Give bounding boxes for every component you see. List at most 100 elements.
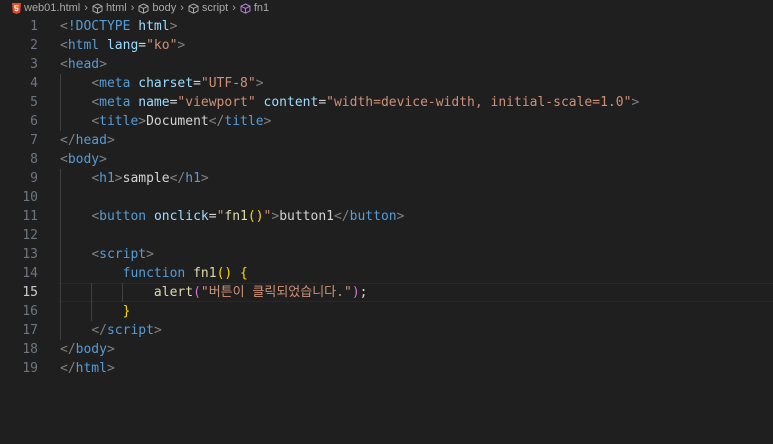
chevron-right-icon: ›	[180, 2, 184, 14]
code-token: </	[333, 209, 350, 224]
line-number: 15	[22, 285, 38, 300]
code-text: <meta name="viewport" content="width=dev…	[60, 93, 639, 112]
breadcrumb-item-body[interactable]: body	[138, 2, 176, 14]
code-line[interactable]: 19 </html>	[0, 359, 773, 378]
code-text: <button onclick="fn1()">button1</button>	[60, 207, 404, 226]
line-number: 1	[30, 19, 38, 34]
line-number: 18	[22, 342, 38, 357]
code-line[interactable]: 6 <title>Document</title>	[0, 112, 773, 131]
code-token: !DOCTYPE	[67, 19, 131, 34]
code-line[interactable]: 17 </script>	[0, 321, 773, 340]
code-token: </	[169, 171, 186, 186]
code-token: "UTF-8"	[200, 76, 256, 91]
code-token: (	[193, 285, 201, 300]
code-line[interactable]: 9 <h1>sample</h1>	[0, 169, 773, 188]
code-token: </	[60, 361, 76, 376]
code-line[interactable]: 3 <head>	[0, 55, 773, 74]
code-token: <	[91, 95, 100, 110]
html5-file-icon	[12, 2, 21, 14]
code-token: >	[138, 114, 147, 129]
code-token: >	[200, 171, 209, 186]
code-token: >	[271, 209, 280, 224]
breadcrumb-item-html[interactable]: html	[92, 2, 127, 14]
code-token: >	[255, 76, 264, 91]
code-token: >	[177, 38, 186, 53]
breadcrumb-item-script[interactable]: script	[188, 2, 228, 14]
code-token: html	[138, 19, 170, 34]
code-text: alert("버튼이 클릭되었습니다.");	[60, 283, 368, 302]
line-number: 5	[30, 95, 38, 110]
code-token: =	[208, 209, 217, 224]
code-token: fn1	[224, 209, 248, 224]
code-line[interactable]: 15 alert("버튼이 클릭되었습니다.");	[0, 283, 773, 302]
line-number: 7	[30, 133, 38, 148]
code-token: <	[91, 76, 100, 91]
code-token: =	[138, 38, 147, 53]
code-text: <title>Document</title>	[60, 112, 271, 131]
breadcrumb-item-fn1[interactable]: fn1	[240, 2, 269, 14]
line-number: 12	[22, 228, 38, 243]
code-line[interactable]: 10	[0, 188, 773, 207]
code-token: html	[75, 361, 107, 376]
breadcrumb-item-label: script	[201, 2, 229, 14]
line-number: 6	[30, 114, 38, 129]
code-token: </	[60, 342, 76, 357]
code-token: =	[193, 76, 201, 91]
chevron-right-icon: ›	[130, 2, 135, 14]
code-token: ()	[247, 209, 264, 224]
code-token: >	[169, 19, 178, 34]
code-line[interactable]: 18 </body>	[0, 340, 773, 359]
code-line[interactable]: 12	[0, 226, 773, 245]
code-token: >	[106, 133, 115, 148]
code-token: >	[146, 247, 154, 262]
code-line[interactable]: 5 <meta name="viewport" content="width=d…	[0, 93, 773, 112]
code-token: meta	[99, 76, 131, 91]
code-token: }	[122, 304, 131, 319]
code-line[interactable]: 14 function fn1() {	[0, 264, 773, 283]
code-token: </	[60, 133, 76, 148]
code-token: head	[67, 57, 100, 72]
code-line[interactable]: 16 }	[0, 302, 773, 321]
code-token: head	[75, 133, 107, 148]
code-token: content	[263, 95, 319, 110]
code-token: =	[318, 95, 327, 110]
code-line[interactable]: 13 <script>	[0, 245, 773, 264]
line-number: 2	[30, 38, 38, 53]
code-editor[interactable]: 1 <!DOCTYPE html> 2 <html lang="ko"> 3 <head>…	[0, 17, 773, 444]
code-token: ;	[359, 285, 368, 300]
breadcrumb-file[interactable]: web01.html	[12, 2, 80, 14]
code-line[interactable]: 1 <!DOCTYPE html>	[0, 17, 773, 36]
indent-guide	[60, 188, 61, 207]
code-token: body	[67, 152, 100, 167]
code-token: "버튼이 클릭되었습니다."	[200, 285, 352, 300]
line-number: 13	[22, 247, 38, 262]
function-cube-icon	[240, 2, 251, 14]
code-token: </	[208, 114, 225, 129]
code-line[interactable]: 7 </head>	[0, 131, 773, 150]
code-token: alert	[153, 285, 194, 300]
code-token: script	[106, 323, 154, 338]
line-number: 14	[22, 266, 38, 281]
line-number: 19	[22, 361, 38, 376]
code-text: <!DOCTYPE html>	[60, 17, 177, 36]
code-token: "viewport"	[177, 95, 256, 110]
code-line[interactable]: 8 <body>	[0, 150, 773, 169]
code-token: button	[99, 209, 147, 224]
code-token: "ko"	[146, 38, 178, 53]
breadcrumb-item-label: html	[105, 2, 127, 14]
code-token: charset	[138, 76, 194, 91]
code-line[interactable]: 4 <meta charset="UTF-8">	[0, 74, 773, 93]
code-token: {	[240, 266, 248, 281]
code-line[interactable]: 2 <html lang="ko">	[0, 36, 773, 55]
code-text: <html lang="ko">	[60, 36, 185, 55]
code-line[interactable]: 11 <button onclick="fn1()">button1</butt…	[0, 207, 773, 226]
code-token: button	[349, 209, 397, 224]
code-token: body	[75, 342, 107, 357]
chevron-right-icon: ›	[232, 2, 236, 14]
line-number: 16	[22, 304, 38, 319]
code-text: }	[60, 302, 131, 321]
